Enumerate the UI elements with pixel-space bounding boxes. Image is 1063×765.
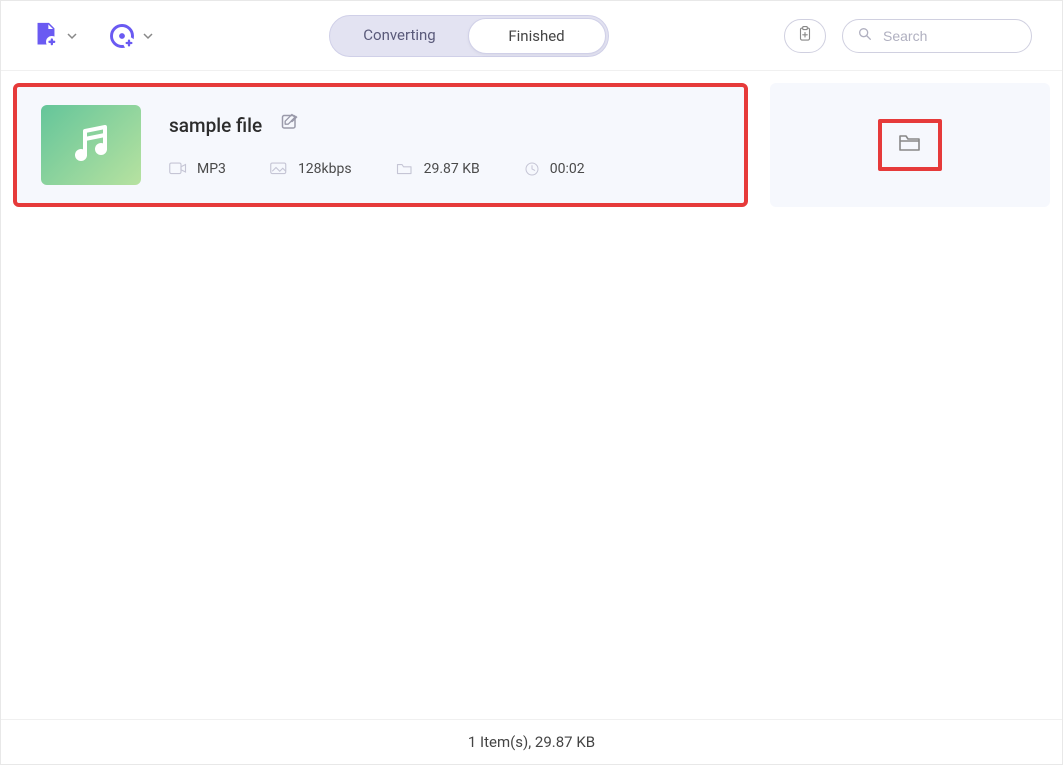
video-icon <box>169 162 187 176</box>
duration-value: 00:02 <box>550 161 585 177</box>
size-value: 29.87 KB <box>424 161 480 177</box>
content: sample file <box>1 71 1062 719</box>
footer-summary: 1 Item(s), 29.87 KB <box>468 733 595 751</box>
chevron-down-icon <box>143 26 153 45</box>
search-input[interactable] <box>883 28 1017 44</box>
image-icon <box>270 162 288 176</box>
clipboard-button[interactable] <box>784 19 826 53</box>
footer: 1 Item(s), 29.87 KB <box>1 719 1062 764</box>
chevron-down-icon <box>67 26 77 45</box>
meta-duration: 00:02 <box>524 161 585 177</box>
header-right <box>784 19 1032 53</box>
open-folder-button[interactable] <box>878 119 942 171</box>
tab-converting[interactable]: Converting <box>332 18 468 54</box>
add-disc-icon <box>107 21 137 51</box>
clipboard-icon <box>796 25 814 47</box>
music-note-icon <box>67 119 115 171</box>
bitrate-value: 128kbps <box>298 161 352 177</box>
edit-icon[interactable] <box>280 113 300 137</box>
meta-bitrate: 128kbps <box>270 161 352 177</box>
file-card[interactable]: sample file <box>13 83 748 207</box>
header-left <box>31 21 153 51</box>
clock-icon <box>524 161 540 177</box>
format-value: MP3 <box>197 161 226 177</box>
search-icon <box>857 26 873 46</box>
side-card <box>770 83 1050 207</box>
add-file-dropdown[interactable] <box>31 21 77 51</box>
file-title-row: sample file <box>169 113 720 137</box>
meta-format: MP3 <box>169 161 226 177</box>
meta-size: 29.87 KB <box>396 161 480 177</box>
file-info: sample file <box>169 113 720 177</box>
search-box[interactable] <box>842 19 1032 53</box>
file-thumbnail <box>41 105 141 185</box>
folder-icon <box>898 133 922 157</box>
file-title: sample file <box>169 114 262 137</box>
add-disc-dropdown[interactable] <box>107 21 153 51</box>
add-file-icon <box>31 21 61 51</box>
folder-icon <box>396 162 414 176</box>
tab-switcher: Converting Finished <box>329 15 609 57</box>
header: Converting Finished <box>1 1 1062 71</box>
tab-finished[interactable]: Finished <box>468 18 606 54</box>
meta-row: MP3 128kbps <box>169 161 720 177</box>
file-row: sample file <box>13 83 1050 207</box>
